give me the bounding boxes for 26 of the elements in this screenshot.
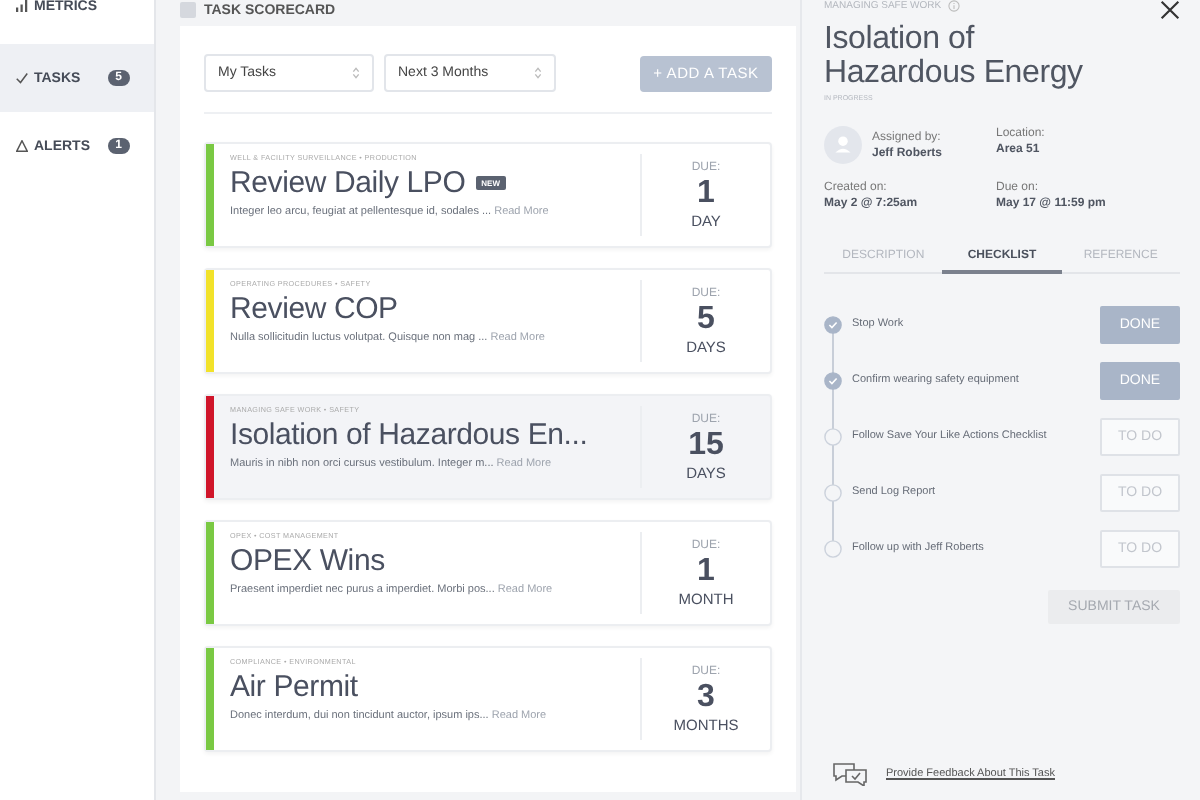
chat-bubbles-icon (832, 762, 868, 786)
task-title: Review Daily LPO (230, 166, 466, 200)
empty-circle-icon[interactable] (824, 539, 842, 557)
due-value: 1 (697, 177, 715, 210)
task-title: Isolation of Hazardous En... (230, 418, 588, 452)
sort-arrows-icon (352, 66, 360, 80)
due-value: 15 (688, 429, 724, 462)
info-icon (947, 0, 960, 12)
due-value: 3 (697, 681, 715, 714)
checked-circle-icon[interactable] (824, 371, 842, 389)
task-title: Review COP (230, 292, 398, 326)
scorecard-icon (180, 2, 196, 18)
detail-title: Isolation of Hazardous Energy (824, 22, 1085, 90)
checked-circle-icon[interactable] (824, 315, 842, 333)
warning-icon (16, 140, 28, 152)
close-icon[interactable] (1160, 0, 1180, 20)
empty-circle-icon[interactable] (824, 427, 842, 445)
sort-arrows-icon (534, 66, 542, 80)
task-title: Air Permit (230, 670, 358, 704)
task-title: OPEX Wins (230, 544, 385, 578)
due-value: 1 (697, 555, 715, 588)
due-value: 5 (697, 303, 715, 336)
avatar-icon (824, 126, 862, 164)
bar-chart-icon (16, 0, 28, 12)
empty-circle-icon[interactable] (824, 483, 842, 501)
check-icon (16, 72, 28, 84)
